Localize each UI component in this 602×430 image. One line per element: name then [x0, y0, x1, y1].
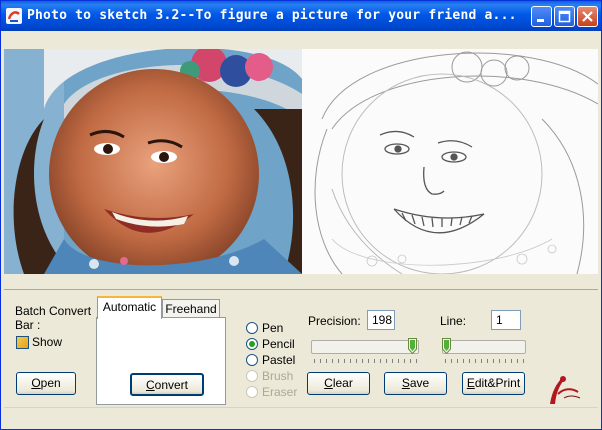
pastel-label: Pastel	[262, 353, 296, 367]
eraser-label: Eraser	[262, 385, 298, 399]
clear-button-label: Clear	[324, 376, 353, 390]
convert-button[interactable]: Convert	[130, 373, 204, 396]
app-icon	[6, 8, 22, 24]
image-area	[4, 49, 598, 274]
close-icon	[582, 11, 593, 22]
minimize-icon	[537, 19, 544, 22]
tab-freehand[interactable]: Freehand	[162, 299, 220, 319]
show-label: Show	[32, 335, 63, 349]
line-field[interactable]: 1	[491, 310, 521, 330]
tab-freehand-label: Freehand	[165, 302, 217, 316]
precision-field[interactable]: 198	[367, 310, 395, 330]
open-button[interactable]: Open	[16, 372, 76, 395]
pencil-radio[interactable]	[246, 338, 258, 350]
precision-ticks	[314, 359, 418, 363]
maximize-icon	[558, 10, 571, 23]
tab-automatic-label: Automatic	[102, 300, 157, 314]
save-button[interactable]: Save	[384, 372, 447, 395]
close-button[interactable]	[577, 6, 598, 27]
batch-convert-label: Batch Convert	[15, 304, 92, 318]
window-title: Photo to sketch 3.2--To figure a picture…	[27, 8, 517, 23]
brush-radio[interactable]	[246, 370, 258, 382]
pastel-radio[interactable]	[246, 354, 258, 366]
pencil-label: Pencil	[262, 337, 295, 351]
maximize-button[interactable]	[554, 6, 575, 27]
clear-button[interactable]: Clear	[307, 372, 370, 395]
line-slider[interactable]	[442, 340, 526, 354]
minimize-button[interactable]	[531, 6, 552, 27]
eraser-radio[interactable]	[246, 386, 258, 398]
line-label: Line:	[440, 314, 467, 328]
edit-print-button[interactable]: Edit&Print	[462, 372, 525, 395]
control-panel: Batch Convert Bar : Show Open Automatic …	[4, 289, 598, 408]
show-checkbox[interactable]	[16, 336, 29, 349]
line-ticks	[445, 359, 525, 363]
precision-slider[interactable]	[311, 340, 419, 354]
line-slider-thumb[interactable]	[442, 338, 451, 354]
batch-bar-label: Bar :	[15, 318, 41, 332]
open-button-label: Open	[31, 376, 61, 390]
toolbar-strip	[4, 31, 598, 49]
title-bar[interactable]: Photo to sketch 3.2--To figure a picture…	[1, 1, 601, 31]
pen-label: Pen	[262, 321, 284, 335]
tab-automatic[interactable]: Automatic	[97, 296, 162, 319]
status-bar	[4, 407, 598, 430]
pen-radio[interactable]	[246, 322, 258, 334]
precision-slider-thumb[interactable]	[408, 338, 417, 354]
original-photo[interactable]	[4, 49, 302, 274]
edit-print-button-label: Edit&Print	[466, 376, 521, 390]
sketch-preview[interactable]	[302, 49, 598, 274]
app-window: Photo to sketch 3.2--To figure a picture…	[0, 0, 602, 430]
logo-icon	[550, 376, 581, 404]
precision-label: Precision:	[308, 314, 361, 328]
save-button-label: Save	[401, 376, 430, 390]
brush-label: Brush	[262, 369, 294, 383]
convert-button-label: Convert	[145, 378, 189, 392]
